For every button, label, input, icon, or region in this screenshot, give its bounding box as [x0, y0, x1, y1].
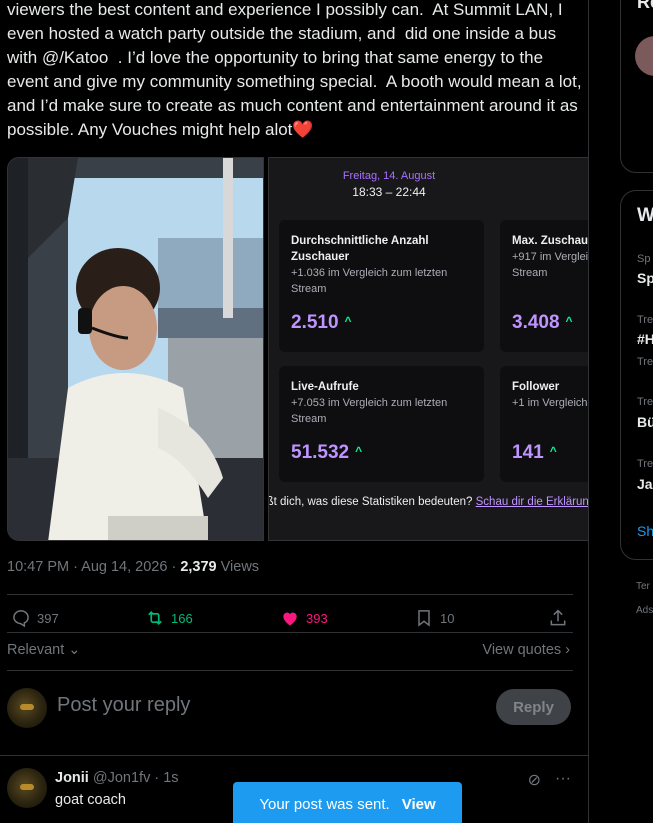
post-sent-toast: Your post was sent. View [233, 782, 462, 823]
relevant-people-title: Rel [637, 0, 653, 12]
repost-action[interactable]: 166 [145, 608, 193, 628]
views-count: 2,379 [180, 559, 217, 575]
grok-icon[interactable]: ⊘ [528, 770, 541, 790]
heart-emoji: ❤️ [292, 120, 314, 139]
like-count: 393 [306, 610, 328, 626]
sort-relevant-label: Relevant [7, 642, 65, 658]
right-sidebar: Rel Wh Sp Sp Tre #H Tre Tre Bü Tre Ja Sh… [590, 0, 653, 823]
stat-value: 3.408 ^ [512, 312, 573, 333]
views-label: Views [216, 559, 260, 575]
stat-title: Follower [512, 381, 560, 393]
reply-controls: ⊘ ··· [528, 770, 571, 790]
toast-message: Your post was sent. [259, 795, 390, 813]
chevron-right-icon: › [561, 642, 570, 658]
stat-title: Live-Aufrufe [291, 381, 359, 393]
stats-footer-link[interactable]: Schau dir die Erklärung an [476, 496, 588, 508]
relevant-people-card [620, 0, 653, 173]
trend-meta: Tre [637, 356, 653, 368]
sort-relevant[interactable]: Relevant ⌄ [7, 642, 80, 658]
footer-link-ads[interactable]: Ads [636, 605, 653, 616]
view-quotes-link[interactable]: View quotes › [482, 642, 570, 658]
reply-icon [13, 610, 29, 628]
footer-link-terms[interactable]: Ter [636, 581, 650, 592]
more-icon[interactable]: ··· [555, 770, 571, 790]
stat-card-avg-viewers: Durchschnittliche Anzahl Zuschauer +1.03… [279, 220, 484, 352]
trends-card [620, 190, 653, 560]
trend-item[interactable]: #H [637, 331, 653, 347]
repost-count: 166 [171, 610, 193, 626]
reply-author[interactable]: Jonii @Jon1fv · 1s [55, 770, 179, 786]
bookmark-action[interactable]: 10 [414, 608, 454, 628]
reply-author-name: Jonii [55, 770, 89, 786]
stats-footer: Weißt dich, was diese Statistiken bedeut… [268, 496, 588, 508]
post-text-body: viewers the best content and experience … [7, 0, 587, 139]
stats-footer-text: Weißt dich, was diese Statistiken bedeut… [268, 496, 476, 508]
stat-sub: +7.053 im Vergleich zum letzten Stream [291, 397, 448, 425]
chevron-down-icon: ⌄ [64, 642, 81, 658]
streamer-photo[interactable] [7, 157, 264, 541]
stat-sub: +917 im Vergleich zum letzten Stream [512, 251, 589, 279]
post-media: Freitag, 14. August 18:33 – 22:44 Durchs… [7, 157, 589, 541]
post-text: viewers the best content and experience … [7, 0, 582, 142]
share-action[interactable] [548, 608, 568, 628]
stat-sub: +1 im Vergleich zum letzten Stream [512, 397, 588, 409]
stat-sub: +1.036 im Vergleich zum letzten Stream [291, 267, 448, 295]
stat-card-live-views: Live-Aufrufe +7.053 im Vergleich zum let… [279, 366, 484, 482]
stat-value: 2.510 ^ [291, 312, 352, 333]
stats-time-range: 18:33 – 22:44 [352, 185, 426, 199]
divider [7, 594, 573, 595]
trends-title: Wh [637, 205, 653, 226]
heart-icon [283, 612, 297, 626]
trend-meta: Tre [637, 458, 653, 470]
stat-card-followers: Follower +1 im Vergleich zum letzten Str… [500, 366, 588, 482]
stat-value: 51.532 ^ [291, 442, 363, 463]
stats-header: Freitag, 14. August 18:33 – 22:44 [269, 170, 509, 199]
avatar[interactable] [7, 688, 47, 728]
toast-view-link[interactable]: View [402, 796, 436, 813]
stream-stats-image[interactable]: Freitag, 14. August 18:33 – 22:44 Durchs… [268, 157, 589, 541]
post-actions-bar: 397 166 393 10 [0, 600, 588, 636]
reply-count: 397 [37, 610, 59, 626]
streamer-photo-image [8, 158, 263, 540]
post-metadata: 10:47 PM · Aug 14, 2026 · 2,379 Views [7, 559, 259, 575]
trend-item[interactable]: Bü [637, 414, 653, 430]
stat-value: 141 ^ [512, 442, 557, 463]
reply-action[interactable]: 397 [11, 608, 59, 628]
view-quotes-label: View quotes [482, 642, 562, 658]
like-action[interactable]: 393 [280, 608, 328, 628]
stat-title: Max. Zuschauer [512, 235, 589, 247]
repost-icon [148, 610, 162, 626]
stat-title: Durchschnittliche Anzahl Zuschauer [291, 235, 429, 263]
reply-input[interactable]: Post your reply [57, 694, 190, 717]
show-more-link[interactable]: Sh [637, 523, 653, 539]
stat-card-max-viewers: Max. Zuschauer +917 im Vergleich zum let… [500, 220, 589, 352]
trend-meta: Tre [637, 314, 653, 326]
bookmark-icon [418, 610, 430, 627]
reply-text: goat coach [55, 792, 126, 808]
stats-date: Freitag, 14. August [342, 170, 436, 182]
divider [7, 670, 573, 671]
trend-meta: Tre [637, 396, 653, 408]
bookmark-count: 10 [440, 610, 455, 626]
post-timestamp[interactable]: 10:47 PM · Aug 14, 2026 · [7, 559, 180, 575]
trend-item[interactable]: Sp [637, 270, 653, 286]
reply-author-handle: @Jon1fv · 1s [92, 770, 179, 786]
avatar[interactable] [7, 768, 47, 808]
trend-meta: Sp [637, 253, 651, 265]
share-icon [550, 609, 566, 626]
post-detail-column: viewers the best content and experience … [0, 0, 589, 823]
trend-item[interactable]: Ja [637, 476, 653, 492]
reply-button[interactable]: Reply [496, 689, 571, 725]
divider [7, 632, 573, 633]
